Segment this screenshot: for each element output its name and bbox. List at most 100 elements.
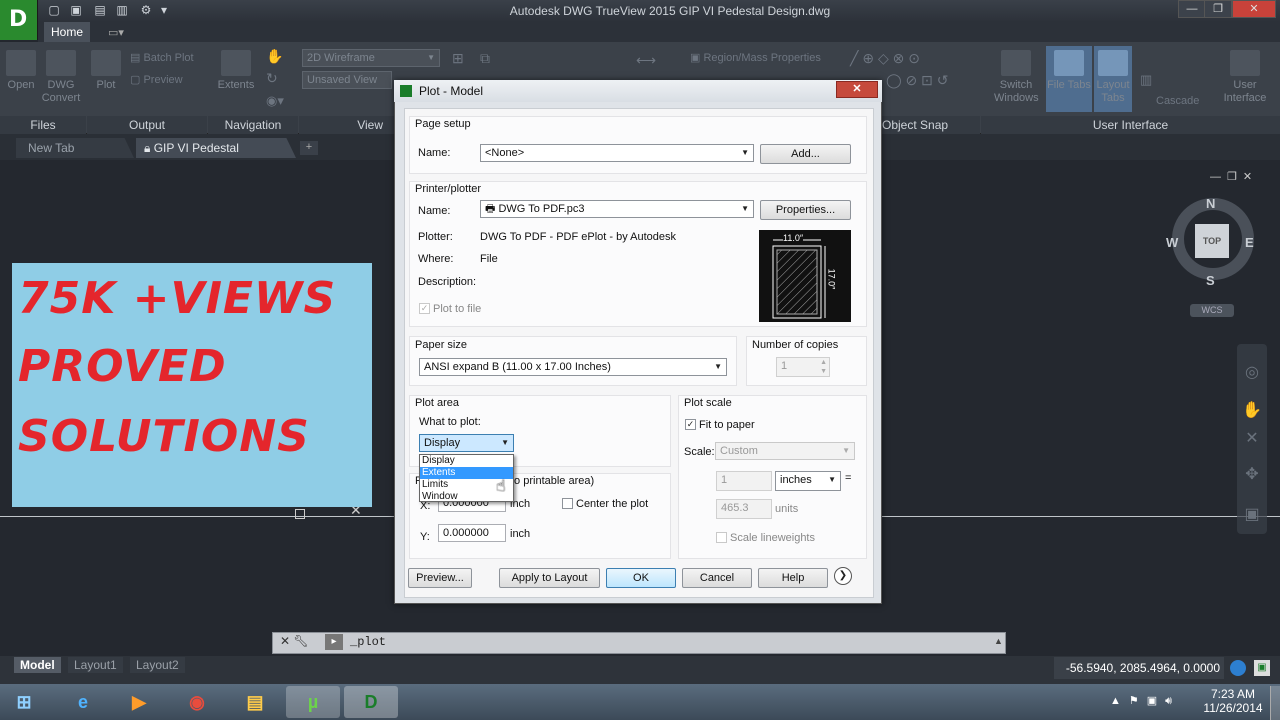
center-plot-checkbox[interactable]	[562, 498, 573, 509]
extents-button[interactable]: Extents	[216, 50, 256, 91]
media-player-icon[interactable]: ▶	[112, 686, 166, 718]
showmotion-icon[interactable]: ▣	[1241, 504, 1263, 526]
offset-y-unit: inch	[510, 528, 531, 540]
utorrent-icon[interactable]: µ	[286, 686, 340, 718]
orbit-icon[interactable]: ↻	[266, 70, 278, 87]
batch-plot-button[interactable]: ▤ Batch Plot	[130, 51, 194, 64]
open-file-icon[interactable]: ▢	[46, 3, 62, 17]
named-view-dropdown[interactable]: Unsaved View	[302, 71, 392, 89]
tab-current-document[interactable]: 🔒︎ GIP VI Pedestal Design✕	[136, 138, 296, 158]
command-prompt-icon[interactable]: ▸	[325, 634, 343, 650]
show-desktop-button[interactable]	[1270, 686, 1280, 720]
preview-dialog-button[interactable]: Preview...	[408, 568, 472, 588]
tab-home[interactable]: Home	[44, 22, 90, 42]
tile-icon[interactable]: ▥	[1140, 72, 1152, 88]
command-history-arrow-icon[interactable]: ▲	[994, 636, 1003, 646]
tab-layout1[interactable]: Layout1	[68, 657, 123, 673]
isolate-objects-icon[interactable]	[1230, 660, 1246, 676]
scale-units-input[interactable]: 465.3	[716, 499, 772, 519]
compass-n[interactable]: N	[1206, 196, 1215, 211]
plot-button[interactable]: Plot	[90, 50, 122, 91]
panel-object-snap: Object Snap	[882, 116, 980, 134]
region-mass-button[interactable]: ▣ Region/Mass Properties	[690, 51, 821, 64]
scale-unit-dropdown[interactable]: inches ▼	[775, 471, 841, 491]
pan-hand-icon[interactable]: ✋	[1241, 400, 1263, 422]
dialog-close-button[interactable]: ✕	[836, 81, 878, 98]
layers-icon[interactable]: ⧉	[480, 50, 490, 67]
option-display[interactable]: Display	[420, 455, 513, 467]
pan-icon[interactable]: ✋	[266, 48, 283, 65]
scale-lineweights-checkbox[interactable]	[716, 532, 727, 543]
view-options-icon[interactable]: ◉▾	[266, 93, 284, 109]
layout-tabs-button[interactable]: Layout Tabs	[1094, 46, 1132, 112]
command-line-tools[interactable]: ✕ 🔧︎	[280, 634, 309, 648]
plot-offset-heading: to printable area)	[511, 475, 595, 487]
restore-button[interactable]: ❐	[1204, 0, 1232, 18]
orbit-nav-icon[interactable]: ✥	[1241, 464, 1263, 486]
viewcube-top[interactable]: TOP	[1195, 224, 1229, 258]
close-window-button[interactable]: ✕	[1232, 0, 1276, 18]
copies-spinner[interactable]: 1 ▲ ▼	[776, 357, 830, 377]
customization-icon[interactable]: ▣	[1254, 660, 1270, 676]
compass-s[interactable]: S	[1206, 273, 1215, 288]
user-interface-button[interactable]: User Interface	[1220, 50, 1270, 105]
snap-icon[interactable]: ╱ ⊕ ◇ ⊗ ⊙	[850, 50, 920, 67]
what-to-plot-dropdown[interactable]: Display ▼	[419, 434, 514, 452]
apply-to-layout-button[interactable]: Apply to Layout	[499, 568, 600, 588]
compass-e[interactable]: E	[1245, 235, 1254, 250]
compass-w[interactable]: W	[1166, 235, 1178, 250]
spinner-arrows-icon[interactable]: ▲ ▼	[820, 358, 827, 376]
tab-model[interactable]: Model	[14, 657, 61, 673]
new-tab-button[interactable]: +	[300, 141, 318, 155]
open-button[interactable]: Open	[4, 50, 38, 91]
plot-icon[interactable]: ▤	[92, 3, 108, 17]
wcs-menu[interactable]: WCS	[1190, 304, 1234, 317]
internet-explorer-icon[interactable]: e	[56, 686, 110, 718]
printer-name-dropdown[interactable]: 🖶︎ DWG To PDF.pc3 ▼	[480, 200, 754, 218]
switch-windows-button[interactable]: Switch Windows	[994, 50, 1039, 105]
tab-new-tab[interactable]: New Tab	[16, 138, 134, 158]
file-explorer-icon[interactable]: ▤	[228, 686, 282, 718]
banner-line-2: PROVED	[18, 341, 227, 392]
ok-button[interactable]: OK	[606, 568, 676, 588]
cancel-button[interactable]: Cancel	[682, 568, 752, 588]
system-tray-icons[interactable]: ▲⚑▣🔊︎	[1110, 694, 1180, 708]
clock[interactable]: 7:23 AM 11/26/2014	[1200, 687, 1266, 715]
start-button-icon[interactable]: ⊞	[2, 686, 46, 718]
copies-heading: Number of copies	[752, 339, 839, 351]
zoom-icon[interactable]: ✕	[1241, 428, 1263, 450]
add-page-setup-button[interactable]: Add...	[760, 144, 851, 164]
steering-wheel-icon[interactable]: ◎	[1241, 362, 1263, 384]
minimize-button[interactable]: —	[1178, 0, 1206, 18]
fit-to-paper-checkbox[interactable]: ✓	[685, 419, 696, 430]
app-menu-button[interactable]: D	[0, 0, 38, 40]
measure-icon[interactable]: ⟷	[636, 52, 656, 69]
page-setup-name-dropdown[interactable]: <None> ▼	[480, 144, 754, 162]
visual-style-dropdown[interactable]: 2D Wireframe ▼	[302, 49, 440, 67]
chrome-icon[interactable]: ◉	[170, 686, 224, 718]
scale-num-input[interactable]: 1	[716, 471, 772, 491]
paper-size-dropdown[interactable]: ANSI expand B (11.00 x 17.00 Inches) ▼	[419, 358, 727, 376]
viewport-controls[interactable]: —❐✕	[1210, 170, 1270, 184]
snap-row2-icon[interactable]: ◯ ⊘ ⊡ ↺	[886, 72, 949, 89]
coordinates-display: -56.5940, 2085.4964, 0.0000	[1054, 657, 1224, 679]
dwg-trueview-taskbar-icon[interactable]: D	[344, 686, 398, 718]
file-tabs-button[interactable]: File Tabs	[1046, 46, 1092, 112]
preview-button[interactable]: ▢ Preview	[130, 73, 183, 86]
save-icon[interactable]: ▣	[68, 3, 84, 17]
print-icon[interactable]: ▥	[114, 3, 130, 17]
tab-layout2[interactable]: Layout2	[130, 657, 185, 673]
dwg-convert-button[interactable]: DWG Convert	[40, 50, 82, 105]
properties-button[interactable]: Properties...	[760, 200, 851, 220]
settings-icon[interactable]: ⚙	[138, 3, 154, 17]
plot-to-file-checkbox[interactable]: ✓	[419, 303, 430, 314]
ribbon-options-icon[interactable]: ▭▾	[108, 26, 124, 39]
offset-y-input[interactable]: 0.000000	[438, 524, 506, 542]
help-button[interactable]: Help	[758, 568, 828, 588]
scale-dropdown[interactable]: Custom ▼	[715, 442, 855, 460]
chevron-down-icon[interactable]: ▾	[156, 3, 172, 17]
view-manager-icon[interactable]: ⊞	[452, 50, 464, 67]
more-options-button[interactable]: ❯	[834, 567, 852, 585]
center-plot-label: Center the plot	[576, 498, 649, 510]
cascade-button[interactable]: Cascade	[1156, 95, 1199, 107]
